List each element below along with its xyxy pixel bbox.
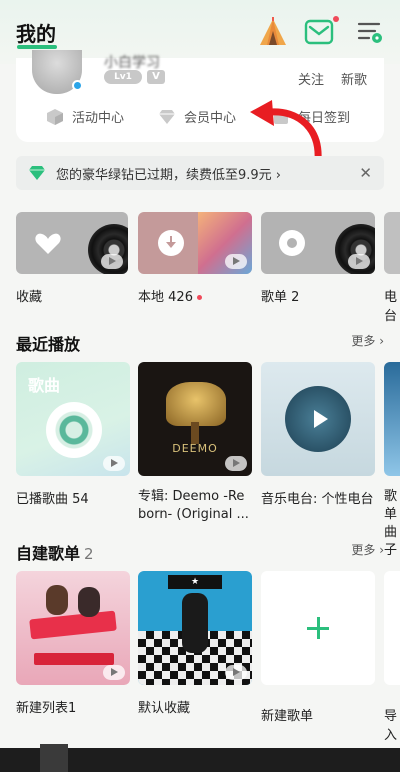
recent-more-link[interactable]: 更多 › [351, 332, 384, 349]
new-list-label: 新建列表1 [16, 701, 77, 716]
favorites-tile[interactable] [16, 212, 128, 274]
menu-icon[interactable] [355, 18, 385, 46]
default-favorites-cover[interactable]: ★ [138, 571, 252, 685]
cover-banner-shape [29, 610, 117, 640]
vip-expired-banner[interactable]: 您的豪华绿钻已过期，续费低至9.9元 › ✕ [16, 156, 384, 190]
deemo-cover[interactable]: DEEMO [138, 362, 252, 476]
play-icon[interactable] [225, 254, 247, 269]
new-song-link[interactable]: 新歌 [341, 69, 367, 88]
album-label: 专辑: Deemo -Re born- (Original ... [138, 488, 249, 524]
figure-silhouette [182, 593, 208, 653]
username[interactable]: 小白学习 [104, 52, 160, 72]
play-icon[interactable] [225, 456, 247, 471]
play-icon[interactable] [103, 456, 125, 471]
partial-label-line1: 歌单 [384, 489, 398, 522]
album-label-line2: born- (Original ... [138, 507, 249, 522]
vip-center-link[interactable]: 会员中心 [158, 107, 236, 126]
local-label-text: 本地 [138, 290, 165, 305]
level-badge[interactable]: Lv1 [104, 70, 142, 84]
radio-label: 电台 [384, 290, 398, 324]
banner-text: 您的豪华绿钻已过期，续费低至9.9元 › [56, 167, 282, 183]
song-circles-graphic [46, 402, 102, 458]
cube-icon [47, 108, 63, 125]
download-icon [158, 230, 184, 256]
playlist-label: 歌单 2 [261, 286, 299, 305]
play-icon[interactable] [225, 665, 247, 680]
radio-tile[interactable] [384, 212, 400, 274]
tree-illustration [166, 382, 226, 426]
local-count: 426 [168, 290, 193, 305]
favorites-label: 收藏 [16, 290, 43, 305]
cover-text: 歌曲 [28, 376, 61, 395]
cover-header-shape: ★ [168, 575, 222, 589]
local-tile[interactable] [138, 212, 252, 274]
title-underline [17, 45, 57, 49]
play-icon[interactable] [101, 254, 123, 269]
unread-dot [333, 16, 339, 22]
played-songs-cover[interactable]: 歌曲 [16, 362, 130, 476]
activity-center-link[interactable]: 活动中心 [46, 107, 124, 126]
cover-title-shape [34, 653, 114, 665]
profile-card: 小白学习 Lv1 V 关注 新歌 活动中心 会员中心 每日签到 [16, 50, 384, 142]
played-songs-label: 已播歌曲 54 [16, 492, 89, 507]
vip-center-label: 会员中心 [184, 111, 237, 126]
diamond-icon [159, 109, 175, 124]
playlists-title-text: 自建歌单 [16, 544, 81, 563]
mail-icon[interactable] [304, 19, 334, 45]
heart-icon [35, 233, 61, 254]
activity-center-label: 活动中心 [72, 111, 125, 126]
partial-cover[interactable] [384, 362, 400, 476]
page-title[interactable]: 我的 [16, 18, 56, 47]
playlist-count: 2 [291, 290, 300, 305]
playlist-tile[interactable] [261, 212, 375, 274]
album-label-line1: 专辑: Deemo -Re [138, 489, 245, 504]
new-list-cover[interactable] [16, 571, 130, 685]
partial-label-line2: 曲子 [384, 525, 398, 558]
play-icon[interactable] [103, 665, 125, 680]
new-playlist-button[interactable] [261, 571, 375, 685]
tent-icon[interactable] [258, 17, 288, 47]
play-icon[interactable] [348, 254, 370, 269]
import-label: 导入 [384, 709, 398, 743]
cover-text: DEEMO [172, 442, 218, 455]
playlists-more-link[interactable]: 更多 › [351, 541, 384, 558]
online-badge [72, 80, 83, 91]
playlist-label-text: 歌单 [261, 290, 288, 305]
default-favorites-label: 默认收藏 [138, 701, 191, 716]
new-playlist-label: 新建歌单 [261, 709, 314, 724]
vip-badge[interactable]: V [147, 70, 165, 84]
close-icon[interactable]: ✕ [359, 164, 372, 182]
playlists-count: 2 [84, 545, 94, 563]
partial-label: 歌单 曲子 [384, 488, 400, 560]
local-label: 本地 426 [138, 286, 202, 305]
follow-link[interactable]: 关注 [298, 69, 324, 88]
play-icon[interactable] [314, 410, 328, 428]
mini-player-thumbnail[interactable] [40, 744, 68, 772]
new-dot [196, 295, 202, 300]
green-diamond-icon [29, 166, 45, 180]
radio-station-label: 音乐电台: 个性电台 [261, 492, 374, 507]
import-tile[interactable] [384, 571, 400, 685]
playlists-section-title: 自建歌单 2 [16, 540, 94, 564]
recent-section-title: 最近播放 [16, 335, 81, 354]
radio-cover[interactable] [261, 362, 375, 476]
disc-icon [279, 230, 305, 256]
